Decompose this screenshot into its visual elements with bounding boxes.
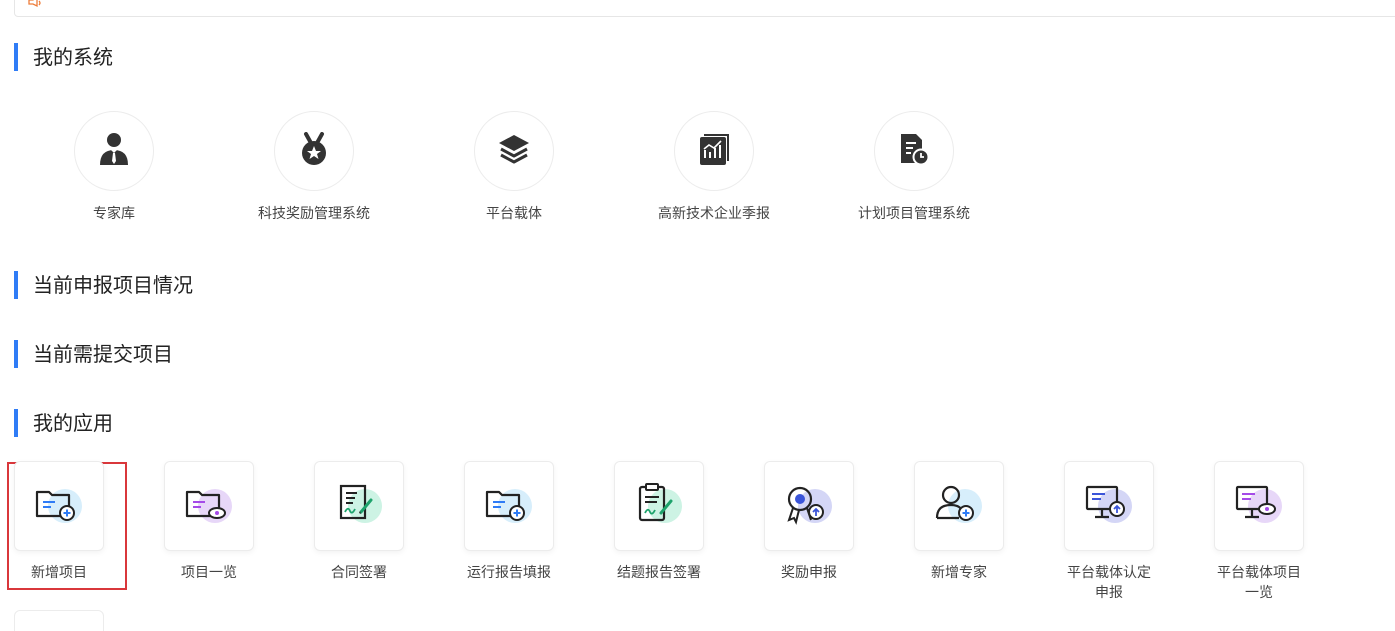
app-label: 平台载体认定申报: [1067, 565, 1151, 601]
app-card-partial[interactable]: [14, 610, 104, 631]
monitor-view-icon: [1233, 482, 1285, 530]
document-clock-icon: [898, 132, 930, 170]
system-label: 平台载体: [486, 206, 542, 222]
app-label: 合同签署: [331, 565, 387, 581]
app-item-platform-carrier-project-list[interactable]: 平台载体项目一览: [1199, 461, 1319, 603]
section-title-pending-submit: 当前需提交项目: [14, 340, 173, 368]
system-item-hightech-quarterly[interactable]: 高新技术企业季报: [634, 111, 794, 223]
folder-report-icon: [483, 482, 535, 530]
app-label: 运行报告填报: [467, 565, 551, 581]
system-item-plan-project-management[interactable]: 计划项目管理系统: [834, 111, 994, 223]
system-label: 计划项目管理系统: [858, 206, 970, 222]
section-title-my-systems: 我的系统: [14, 43, 113, 71]
app-item-platform-carrier-apply[interactable]: 平台载体认定申报: [1049, 461, 1169, 603]
award-upload-icon: [783, 482, 835, 530]
app-label: 新增项目: [31, 565, 87, 581]
app-label: 新增专家: [931, 565, 987, 581]
app-label: 平台载体项目一览: [1217, 565, 1301, 601]
app-item-add-expert[interactable]: 新增专家: [899, 461, 1019, 583]
app-item-closing-report-sign[interactable]: 结题报告签署: [599, 461, 719, 583]
system-item-expert-library[interactable]: 专家库: [34, 111, 194, 223]
section-title-my-apps: 我的应用: [14, 409, 113, 437]
app-label: 奖励申报: [781, 565, 837, 581]
expert-person-icon: [97, 131, 131, 171]
app-item-project-list[interactable]: 项目一览: [149, 461, 269, 583]
monitor-upload-icon: [1083, 482, 1135, 530]
clipboard-sign-icon: [633, 482, 685, 530]
app-item-run-report-fill[interactable]: 运行报告填报: [449, 461, 569, 583]
app-label: 项目一览: [181, 565, 237, 581]
chart-report-icon: [698, 132, 730, 170]
award-medal-icon: [298, 132, 330, 170]
user-add-icon: [933, 482, 985, 530]
notice-bar: [14, 0, 1395, 17]
app-item-award-apply[interactable]: 奖励申报: [749, 461, 869, 583]
contract-sign-icon: [333, 482, 385, 530]
folder-add-icon: [33, 482, 85, 530]
system-item-platform-carrier[interactable]: 平台载体: [434, 111, 594, 223]
app-item-contract-sign[interactable]: 合同签署: [299, 461, 419, 583]
system-item-award-management[interactable]: 科技奖励管理系统: [234, 111, 394, 223]
folder-view-icon: [183, 482, 235, 530]
app-item-add-project[interactable]: 新增项目: [0, 461, 119, 583]
system-label: 高新技术企业季报: [658, 206, 770, 222]
system-label: 科技奖励管理系统: [258, 206, 370, 222]
speaker-icon: [27, 0, 43, 16]
layers-stack-icon: [497, 133, 531, 169]
app-label: 结题报告签署: [617, 565, 701, 581]
system-label: 专家库: [93, 206, 135, 222]
section-title-current-projects: 当前申报项目情况: [14, 271, 193, 299]
